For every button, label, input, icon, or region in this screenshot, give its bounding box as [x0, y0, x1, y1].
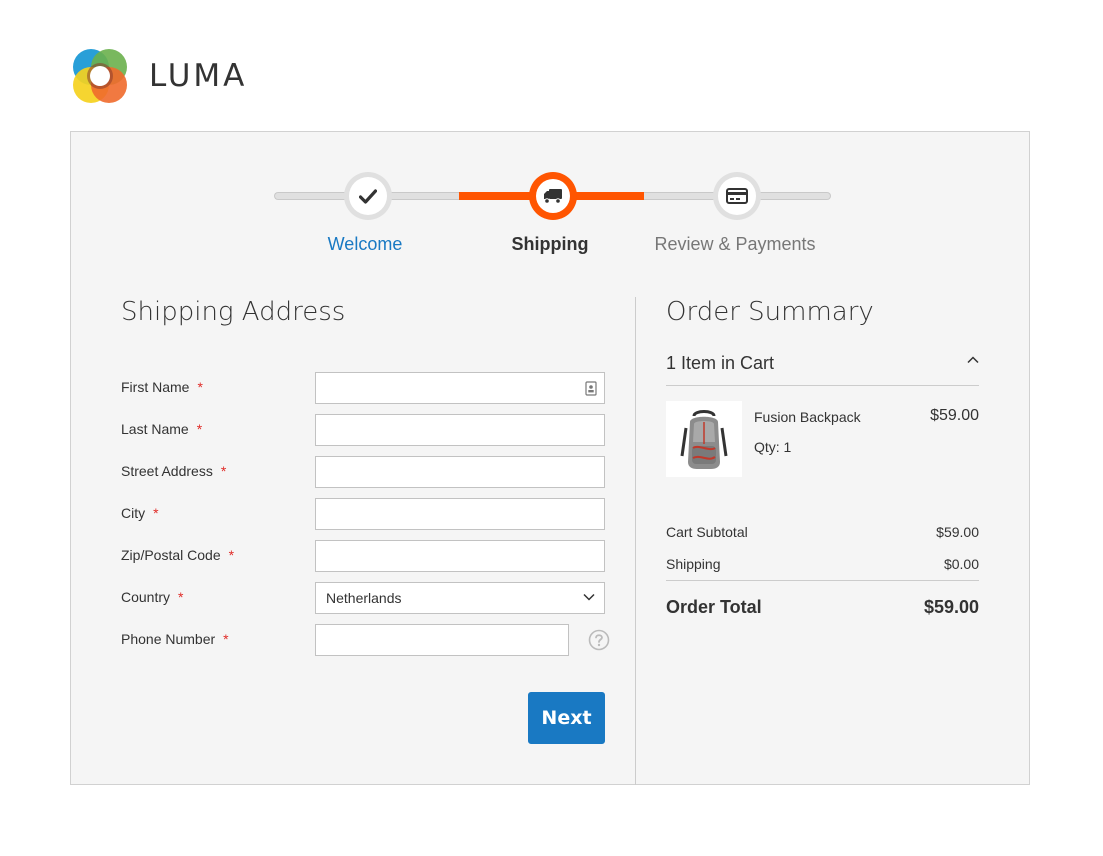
shipping-cost-row: Shipping $0.00 — [666, 556, 979, 572]
last-name-label: Last Name * — [121, 421, 203, 437]
contact-card-icon[interactable] — [585, 381, 597, 396]
cart-subtotal-label: Cart Subtotal — [666, 524, 748, 540]
phone-label: Phone Number * — [121, 631, 229, 647]
luma-logo[interactable]: LUMA — [71, 47, 247, 105]
chevron-down-icon — [583, 593, 595, 601]
cart-item-count: 1 Item in Cart — [666, 353, 775, 373]
checkout-panel: Welcome Shipping Review & Payments Shipp… — [70, 131, 1030, 785]
help-icon[interactable] — [588, 629, 610, 651]
zip-row: Zip/Postal Code * — [121, 540, 606, 572]
next-button[interactable]: Next — [528, 692, 605, 744]
zip-input[interactable] — [315, 540, 605, 572]
product-qty: Qty: 1 — [754, 439, 792, 455]
step-payment-marker — [713, 172, 761, 220]
checkmark-icon — [359, 188, 377, 204]
backpack-image — [680, 410, 728, 469]
cart-item: Fusion Backpack Qty: 1 $59.00 — [666, 401, 979, 477]
last-name-input[interactable] — [315, 414, 605, 446]
shipping-address-title: Shipping Address — [121, 297, 346, 327]
order-total-value: $59.00 — [923, 597, 979, 617]
country-select[interactable]: Netherlands — [315, 582, 605, 614]
order-total-row: Order Total $59.00 — [666, 597, 979, 618]
column-divider — [635, 297, 636, 785]
cart-subtotal-value: $59.00 — [936, 524, 979, 540]
cart-subtotal-row: Cart Subtotal $59.00 — [666, 524, 979, 540]
shipping-cost-label: Shipping — [666, 556, 721, 572]
luma-logo-icon — [73, 49, 127, 103]
phone-input[interactable] — [315, 624, 569, 656]
truck-icon — [544, 189, 562, 204]
brand-name: LUMA — [149, 58, 248, 94]
product-name: Fusion Backpack — [754, 409, 861, 425]
first-name-row: First Name * — [121, 372, 606, 404]
country-select-value: Netherlands — [326, 590, 402, 606]
chevron-up-icon — [967, 356, 979, 364]
country-label: Country * — [121, 589, 184, 605]
step-payment-label: Review & Payments — [654, 234, 816, 254]
step-welcome-marker[interactable] — [344, 172, 392, 220]
phone-row: Phone Number * — [121, 624, 610, 656]
order-summary-title: Order Summary — [666, 297, 874, 327]
product-price: $59.00 — [930, 407, 979, 424]
first-name-input[interactable] — [315, 372, 605, 404]
city-row: City * — [121, 498, 606, 530]
order-total-label: Order Total — [666, 597, 762, 617]
credit-card-icon — [726, 188, 748, 204]
shipping-cost-value: $0.00 — [943, 556, 979, 572]
last-name-row: Last Name * — [121, 414, 606, 446]
checkout-progress: Welcome Shipping Review & Payments — [71, 132, 1029, 262]
street-address-row: Street Address * — [121, 456, 606, 488]
country-row: Country * Netherlands — [121, 582, 606, 614]
shipping-address-section: Shipping Address First Name * Last Name * … — [121, 297, 610, 656]
product-thumbnail — [666, 401, 742, 477]
city-input[interactable] — [315, 498, 605, 530]
first-name-label: First Name * — [121, 379, 203, 395]
city-label: City * — [121, 505, 159, 521]
cart-items-toggle[interactable]: 1 Item in Cart — [666, 353, 979, 386]
order-summary-section: Order Summary 1 Item in Cart Fusion Back… — [666, 297, 979, 617]
zip-label: Zip/Postal Code * — [121, 547, 235, 563]
step-shipping-marker — [529, 172, 577, 220]
street-address-label: Street Address * — [121, 463, 227, 479]
street-address-input[interactable] — [315, 456, 605, 488]
totals-divider — [666, 580, 979, 581]
